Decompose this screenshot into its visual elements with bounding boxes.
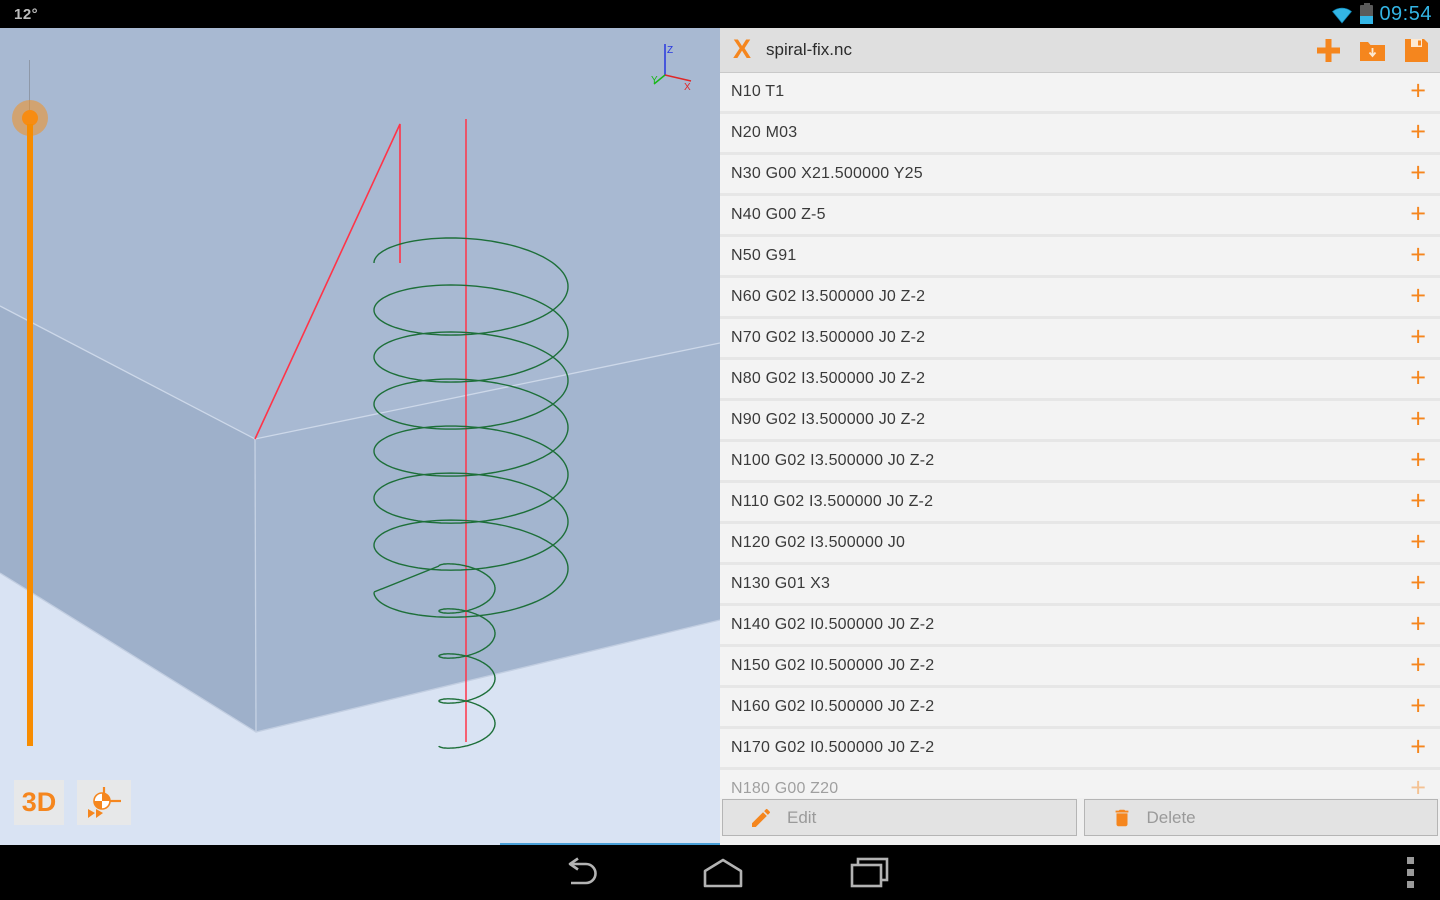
gcode-row[interactable]: N150 G02 I0.500000 J0 Z-2 +	[720, 647, 1440, 688]
gcode-line-text: N70 G02 I3.500000 J0 Z-2	[731, 329, 926, 346]
add-line-after-icon[interactable]: +	[1410, 159, 1426, 186]
gcode-row[interactable]: N160 G02 I0.500000 J0 Z-2 +	[720, 688, 1440, 729]
add-line-after-icon[interactable]: +	[1410, 364, 1426, 391]
gcode-row[interactable]: N70 G02 I3.500000 J0 Z-2 +	[720, 319, 1440, 360]
add-line-after-icon[interactable]: +	[1410, 446, 1426, 473]
gcode-line-text: N20 M03	[731, 124, 798, 141]
set-origin-button[interactable]	[77, 780, 131, 825]
recents-button-icon[interactable]	[849, 857, 889, 889]
gcode-row[interactable]: N90 G02 I3.500000 J0 Z-2 +	[720, 401, 1440, 442]
gcode-row[interactable]: N30 G00 X21.500000 Y25 +	[720, 155, 1440, 196]
add-line-after-icon[interactable]: +	[1410, 651, 1426, 678]
app-logo: X	[733, 33, 752, 64]
axis-label-x: X	[684, 82, 691, 93]
view-mode-3d-label: 3D	[21, 787, 57, 817]
gcode-row[interactable]: N140 G02 I0.500000 J0 Z-2 +	[720, 606, 1440, 647]
gcode-line-text: N40 G00 Z-5	[731, 206, 826, 223]
add-line-after-icon[interactable]: +	[1410, 118, 1426, 145]
wifi-icon	[1332, 7, 1353, 23]
add-line-after-icon[interactable]: +	[1410, 323, 1426, 350]
open-filename: spiral-fix.nc	[766, 40, 852, 59]
add-line-after-icon[interactable]: +	[1410, 200, 1426, 227]
screen: 12° 09:54 Z X Y 3D X spiral-fix.nc N10 T…	[0, 0, 1440, 900]
add-line-after-icon[interactable]: +	[1410, 610, 1426, 637]
add-line-after-icon[interactable]: +	[1410, 528, 1426, 555]
gcode-list[interactable]: N10 T1 + N20 M03 + N30 G00 X21.500000 Y25 + N4…	[720, 73, 1440, 845]
gcode-line-text: N100 G02 I3.500000 J0 Z-2	[731, 452, 935, 469]
gcode-row[interactable]: N120 G02 I3.500000 J0 +	[720, 524, 1440, 565]
gcode-row[interactable]: N80 G02 I3.500000 J0 Z-2 +	[720, 360, 1440, 401]
gcode-row[interactable]: N50 G91 +	[720, 237, 1440, 278]
gcode-line-text: N140 G02 I0.500000 J0 Z-2	[731, 616, 935, 633]
gcode-row[interactable]: N170 G02 I0.500000 J0 Z-2 +	[720, 729, 1440, 770]
editor-toolbar	[1316, 28, 1429, 73]
gcode-line-text: N130 G01 X3	[731, 575, 831, 592]
menu-overflow-icon[interactable]	[1405, 855, 1415, 891]
gcode-line-text: N90 G02 I3.500000 J0 Z-2	[731, 411, 926, 428]
main-area: Z X Y 3D X spiral-fix.nc N10 T1 + N20 M0…	[0, 28, 1440, 845]
view-mode-3d-button[interactable]: 3D	[14, 780, 64, 825]
add-line-after-icon[interactable]: +	[1410, 692, 1426, 719]
edit-line-button[interactable]: Edit	[722, 799, 1077, 836]
add-line-after-icon[interactable]: +	[1410, 487, 1426, 514]
gcode-line-text: N60 G02 I3.500000 J0 Z-2	[731, 288, 926, 305]
gcode-row[interactable]: N100 G02 I3.500000 J0 Z-2 +	[720, 442, 1440, 483]
add-line-after-icon[interactable]: +	[1410, 405, 1426, 432]
gcode-editor-panel: X spiral-fix.nc N10 T1 + N20 M03 + N30 G…	[720, 28, 1440, 845]
gcode-row[interactable]: N40 G00 Z-5 +	[720, 196, 1440, 237]
gcode-line-text: N110 G02 I3.500000 J0 Z-2	[731, 493, 934, 510]
gcode-line-text: N170 G02 I0.500000 J0 Z-2	[731, 739, 935, 756]
back-button-icon[interactable]	[558, 856, 600, 889]
toolpath-scene: Z X Y	[0, 28, 720, 749]
editor-header: X spiral-fix.nc	[720, 28, 1440, 73]
gcode-row[interactable]: N60 G02 I3.500000 J0 Z-2 +	[720, 278, 1440, 319]
status-icons: 09:54	[1330, 0, 1432, 28]
edit-line-label: Edit	[787, 807, 817, 827]
save-file-icon[interactable]	[1404, 38, 1429, 63]
gcode-row[interactable]: N20 M03 +	[720, 114, 1440, 155]
add-line-after-icon[interactable]: +	[1410, 241, 1426, 268]
new-file-icon[interactable]	[1316, 38, 1341, 63]
axis-label-y: Y	[651, 75, 658, 86]
temperature-label: 12°	[14, 5, 39, 23]
gcode-row[interactable]: N110 G02 I3.500000 J0 Z-2 +	[720, 483, 1440, 524]
trash-icon	[1115, 809, 1128, 826]
clock: 09:54	[1379, 2, 1432, 25]
gcode-line-text: N80 G02 I3.500000 J0 Z-2	[731, 370, 926, 387]
sim-slider-progress[interactable]	[27, 124, 33, 746]
gcode-line-text: N30 G00 X21.500000 Y25	[731, 165, 923, 182]
axis-label-z: Z	[667, 45, 673, 56]
gcode-row[interactable]: N10 T1 +	[720, 73, 1440, 114]
delete-line-button[interactable]: Delete	[1083, 799, 1438, 836]
gcode-line-text: N180 G00 Z20	[731, 780, 839, 797]
gcode-line-text: N10 T1	[731, 83, 785, 100]
gcode-line-text: N120 G02 I3.500000 J0	[731, 534, 906, 551]
delete-line-label: Delete	[1146, 807, 1196, 827]
gcode-row[interactable]: N130 G01 X3 +	[720, 565, 1440, 606]
3d-viewport[interactable]: Z X Y 3D	[0, 28, 720, 845]
android-nav-bar	[0, 845, 1440, 900]
battery-icon	[1360, 3, 1374, 24]
add-line-after-icon[interactable]: +	[1410, 733, 1426, 760]
home-button-icon[interactable]	[702, 858, 744, 888]
add-line-after-icon[interactable]: +	[1410, 77, 1426, 104]
add-line-after-icon[interactable]: +	[1410, 282, 1426, 309]
gcode-line-text: N150 G02 I0.500000 J0 Z-2	[731, 657, 935, 674]
gcode-line-text: N50 G91	[731, 247, 797, 264]
open-file-icon[interactable]	[1359, 39, 1386, 63]
origin-probe-icon	[88, 786, 121, 818]
add-line-after-icon[interactable]: +	[1410, 569, 1426, 596]
pencil-icon	[752, 808, 771, 827]
status-bar: 12° 09:54	[0, 0, 1440, 28]
gcode-line-text: N160 G02 I0.500000 J0 Z-2	[731, 698, 935, 715]
editor-action-bar: Edit Delete	[720, 798, 1440, 845]
